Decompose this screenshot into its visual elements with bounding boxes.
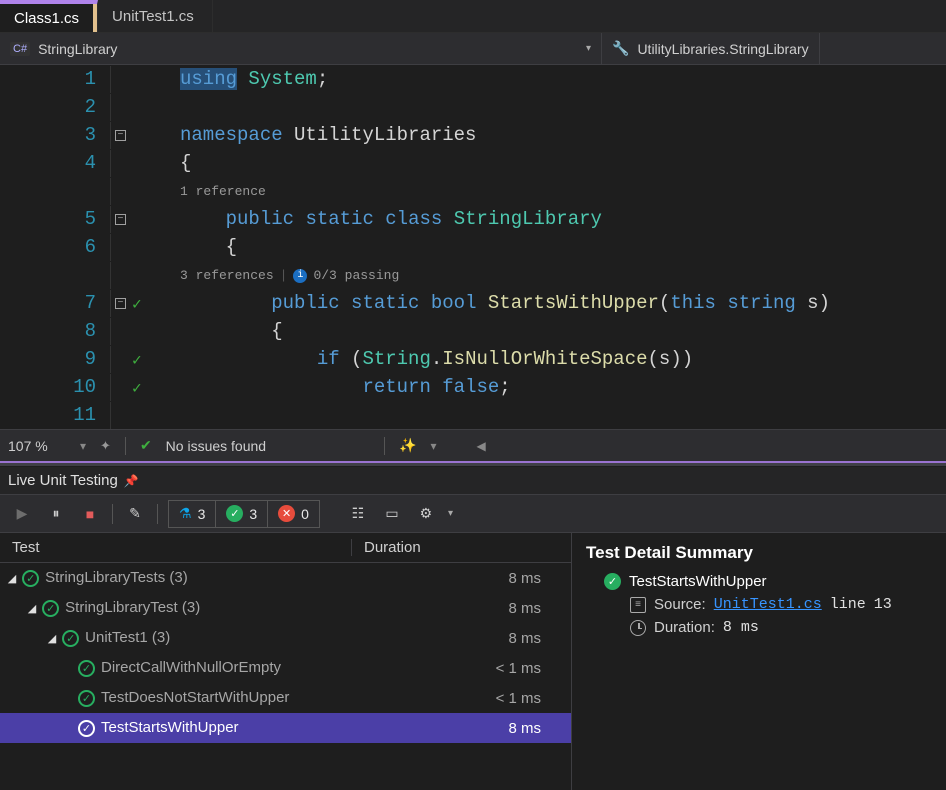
line-number: 6: [0, 234, 110, 261]
tree-header: Test Duration: [0, 533, 571, 563]
pass-icon: ✓: [226, 505, 243, 522]
test-detail-panel: Test Detail Summary ✓ TestStartsWithUppe…: [572, 533, 946, 790]
codelens-references[interactable]: 1 reference: [180, 178, 266, 205]
check-icon: ✔: [140, 437, 152, 454]
panel-toolbar: ▶ ⏸ ■ ✎ ⚗3 ✓3 ✕0 ☷ ▭ ⚙ ▾: [0, 495, 946, 533]
chevron-down-icon[interactable]: ▾: [448, 508, 453, 519]
source-line-label: line: [830, 596, 866, 613]
document-icon: ≡: [630, 597, 646, 613]
line-number: 4: [0, 150, 110, 177]
scroll-left-icon[interactable]: ◀: [477, 439, 486, 453]
total-tests-pill[interactable]: ⚗3: [169, 501, 216, 527]
line-number: 8: [0, 318, 110, 345]
nav-bar: C# StringLibrary ▾ 🔧 UtilityLibraries.St…: [0, 33, 946, 65]
tree-row[interactable]: ✓TestDoesNotStartWithUpper < 1 ms: [0, 683, 571, 713]
test-tree: Test Duration ◢ ✓StringLibraryTests (3) …: [0, 533, 572, 790]
nav-crumb-label: StringLibrary: [38, 41, 117, 57]
tab-bar: Class1.cs UnitTest1.cs: [0, 0, 946, 33]
pass-icon: ✓: [22, 570, 39, 587]
pass-icon: ✓: [42, 600, 59, 617]
line-number: 5: [0, 206, 110, 233]
source-label: Source:: [654, 596, 706, 613]
tree-row[interactable]: ◢ ✓UnitTest1 (3) 8 ms: [0, 623, 571, 653]
csharp-icon: C#: [10, 42, 30, 56]
zoom-level[interactable]: 107 %: [8, 438, 66, 454]
broom-icon[interactable]: ✨: [399, 437, 416, 454]
edit-playlist-button[interactable]: ✎: [123, 502, 147, 526]
tree-row[interactable]: ✓DirectCallWithNullOrEmpty < 1 ms: [0, 653, 571, 683]
source-line: 13: [874, 596, 892, 613]
line-number: 10: [0, 374, 110, 401]
failed-tests-pill[interactable]: ✕0: [268, 501, 319, 527]
passed-tests-pill[interactable]: ✓3: [216, 501, 268, 527]
expand-icon[interactable]: ◢: [26, 602, 38, 615]
expand-icon[interactable]: ◢: [6, 572, 18, 585]
line-number: 7: [0, 290, 110, 317]
column-test[interactable]: Test: [12, 539, 351, 556]
chevron-down-icon[interactable]: ▾: [80, 439, 86, 453]
detail-title: Test Detail Summary: [586, 543, 932, 563]
test-pass-icon: ✓: [132, 378, 142, 398]
line-number: 3: [0, 122, 110, 149]
fold-toggle[interactable]: −: [115, 214, 126, 225]
layout-button[interactable]: ▭: [380, 502, 404, 526]
play-button[interactable]: ▶: [10, 502, 34, 526]
pass-icon: ✓: [78, 690, 95, 707]
pass-icon: ✓: [78, 660, 95, 677]
tab-unittest1[interactable]: UnitTest1.cs: [98, 0, 213, 32]
code-editor[interactable]: 1 using System; 2 3 − namespace UtilityL…: [0, 65, 946, 461]
nav-crumb-class[interactable]: C# StringLibrary ▾: [0, 33, 602, 64]
codelens-tests[interactable]: 0/3 passing: [313, 262, 399, 289]
panel-title-bar: Live Unit Testing 📌: [0, 467, 946, 495]
pass-icon: ✓: [62, 630, 79, 647]
test-pass-icon: ✓: [132, 350, 142, 370]
test-count-group: ⚗3 ✓3 ✕0: [168, 500, 320, 528]
chevron-down-icon[interactable]: ▾: [431, 439, 437, 453]
line-number: 9: [0, 346, 110, 373]
duration-value: 8 ms: [723, 619, 759, 636]
nav-crumb-label: UtilityLibraries.StringLibrary: [637, 41, 808, 57]
detail-test-name: TestStartsWithUpper: [629, 573, 767, 590]
tree-row[interactable]: ◢ ✓StringLibraryTest (3) 8 ms: [0, 593, 571, 623]
tab-label: UnitTest1.cs: [112, 8, 194, 25]
stop-button[interactable]: ■: [78, 502, 102, 526]
group-by-button[interactable]: ☷: [346, 502, 370, 526]
line-number: 2: [0, 94, 110, 121]
pin-icon[interactable]: 📌: [124, 474, 139, 488]
pause-button[interactable]: ⏸: [44, 502, 68, 526]
tree-row[interactable]: ✓TestStartsWithUpper 8 ms: [0, 713, 571, 743]
tree-row[interactable]: ◢ ✓StringLibraryTests (3) 8 ms: [0, 563, 571, 593]
line-number: 11: [0, 402, 110, 429]
test-status-icon: i: [293, 269, 307, 283]
test-pass-icon: ✓: [132, 294, 142, 314]
tab-class1[interactable]: Class1.cs: [0, 0, 98, 32]
flask-icon: ⚗: [179, 505, 192, 522]
pass-icon: ✓: [604, 573, 621, 590]
duration-label: Duration:: [654, 619, 715, 636]
settings-button[interactable]: ⚙: [414, 502, 438, 526]
line-number: 1: [0, 66, 110, 93]
tab-label: Class1.cs: [14, 10, 79, 27]
unsaved-indicator-icon: [93, 4, 97, 32]
expand-icon[interactable]: ◢: [46, 632, 58, 645]
fail-icon: ✕: [278, 505, 295, 522]
nav-crumb-member[interactable]: 🔧 UtilityLibraries.StringLibrary: [602, 33, 820, 64]
source-file-link[interactable]: UnitTest1.cs: [714, 596, 822, 613]
issues-label[interactable]: No issues found: [166, 438, 266, 454]
chevron-down-icon: ▾: [586, 43, 591, 54]
column-duration[interactable]: Duration: [351, 539, 571, 556]
intellicode-icon[interactable]: ✦: [100, 438, 111, 454]
pass-icon: ✓: [78, 720, 95, 737]
class-icon: 🔧: [612, 40, 629, 57]
codelens-references[interactable]: 3 references: [180, 262, 274, 289]
panel-title: Live Unit Testing: [8, 472, 118, 489]
fold-toggle[interactable]: −: [115, 298, 126, 309]
editor-status-bar: 107 % ▾ ✦ ✔ No issues found ✨ ▾ ◀: [0, 429, 946, 461]
clock-icon: [630, 620, 646, 636]
fold-toggle[interactable]: −: [115, 130, 126, 141]
panel-body: Test Duration ◢ ✓StringLibraryTests (3) …: [0, 533, 946, 790]
